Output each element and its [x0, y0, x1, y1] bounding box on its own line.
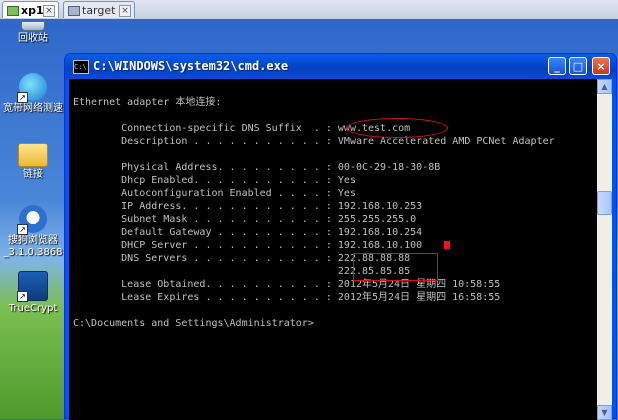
desktop-icon-label: 链接 [23, 169, 43, 180]
tab-label: xp1 [21, 4, 44, 17]
close-icon[interactable]: × [119, 5, 131, 17]
console-line: Autoconfiguration Enabled . . . . : Yes [73, 188, 356, 199]
close-icon[interactable]: × [43, 5, 55, 17]
minimize-button[interactable]: _ [548, 57, 566, 75]
annotation-box [353, 253, 438, 281]
console-line: Ethernet adapter 本地连接: [73, 97, 222, 108]
title-bar[interactable]: C:\ C:\WINDOWS\system32\cmd.exe _ □ × [65, 54, 616, 79]
folder-icon [18, 143, 48, 167]
truecrypt-icon: ↗ [17, 271, 48, 302]
console-line: Physical Address. . . . . . . . . : 00-0… [73, 162, 441, 173]
desktop-icon-truecrypt[interactable]: ↗ TrueCrypt [0, 271, 66, 315]
tab-xp1[interactable]: xp1 × [2, 1, 59, 18]
annotation-ellipse [346, 118, 448, 138]
console-line: Default Gateway . . . . . . . . . : 192.… [73, 227, 423, 238]
annotation-marker [444, 241, 450, 249]
sogou-browser-icon: ↗ [17, 205, 47, 235]
console-line: Dhcp Enabled. . . . . . . . . . . : Yes [73, 175, 356, 186]
window-title: C:\WINDOWS\system32\cmd.exe [93, 59, 289, 73]
recycle-bin-icon [21, 21, 45, 31]
desktop-icon-label-version: _3.1.0.3868 [3, 247, 63, 258]
tab-label: target [82, 4, 116, 17]
console-line: Subnet Mask . . . . . . . . . . . : 255.… [73, 214, 417, 225]
vm-icon [68, 6, 80, 16]
desktop-icon-label: 搜狗浏览器 [8, 235, 58, 246]
tab-target[interactable]: target × [63, 1, 135, 18]
console-line: IP Address. . . . . . . . . . . . : 192.… [73, 201, 423, 212]
maximize-button[interactable]: □ [569, 57, 587, 75]
desktop-icon-links[interactable]: 链接 [0, 139, 66, 181]
cmd-window[interactable]: C:\ C:\WINDOWS\system32\cmd.exe _ □ × Et… [64, 53, 617, 420]
scroll-down-button[interactable]: ▼ [597, 405, 612, 420]
ie-shortcut-icon: ↗ [17, 73, 47, 103]
cmd-icon[interactable]: C:\ [73, 60, 89, 74]
desktop-icon-label: TrueCrypt [8, 303, 58, 314]
desktop-icon-recycle-bin[interactable]: 回收站 [0, 21, 66, 45]
console-prompt: C:\Documents and Settings\Administrator> [73, 318, 314, 329]
console-line: Description . . . . . . . . . . . : VMwa… [73, 136, 555, 147]
desktop-icon-sogou[interactable]: ↗ 搜狗浏览器 _3.1.0.3868 [0, 205, 66, 259]
scroll-thumb[interactable] [597, 191, 612, 215]
close-button[interactable]: × [592, 57, 610, 75]
console-output[interactable]: Ethernet adapter 本地连接: Connection-specif… [69, 79, 597, 420]
scroll-up-button[interactable]: ▲ [597, 79, 612, 94]
desktop-icon-speedtest[interactable]: ↗ 宽带网络测速 [0, 73, 66, 115]
vertical-scrollbar[interactable]: ▲ ▼ [597, 79, 612, 420]
console-line: DHCP Server . . . . . . . . . . . : 192.… [73, 240, 423, 251]
desktop-icon-label: 回收站 [18, 33, 48, 44]
vm-tab-bar: xp1 × target × [0, 0, 618, 20]
desktop-icon-label: 宽带网络测速 [3, 103, 63, 114]
vm-icon [7, 6, 19, 16]
console-line: Lease Expires . . . . . . . . . . : 2012… [73, 292, 501, 303]
